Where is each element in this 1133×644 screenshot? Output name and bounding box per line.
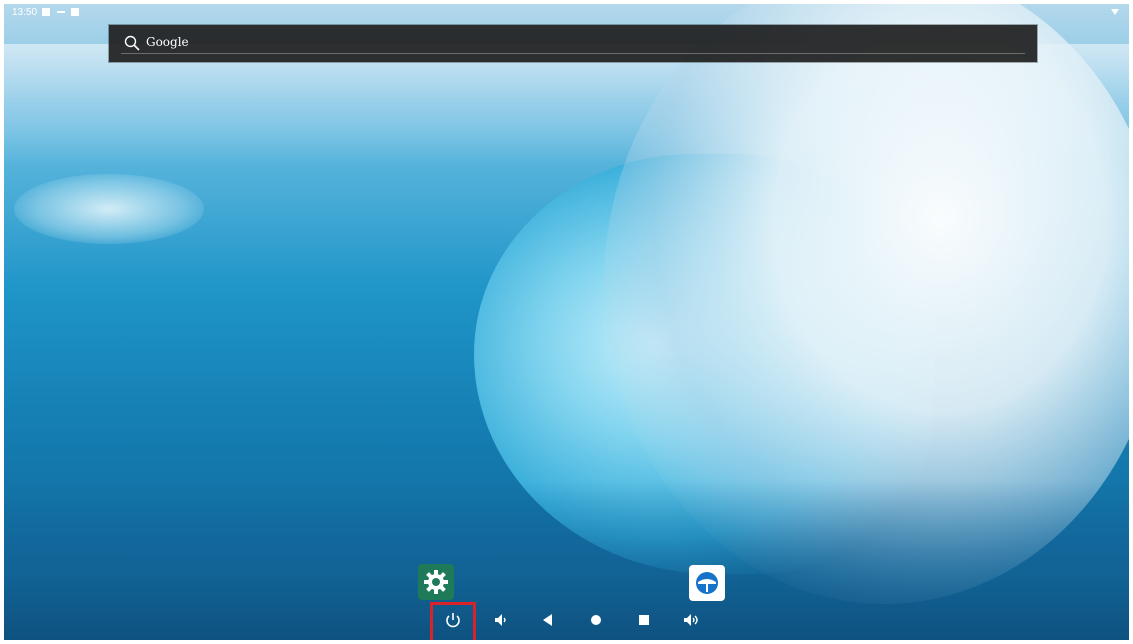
android-screen: 13:50 Google <box>0 0 1133 644</box>
search-icon <box>124 35 140 51</box>
back-icon[interactable] <box>536 608 560 632</box>
minus-notification-icon <box>57 11 65 13</box>
volume-up-icon[interactable] <box>679 608 703 632</box>
settings-app-icon[interactable] <box>418 564 454 600</box>
status-time: 13:50 <box>12 7 38 18</box>
search-underline <box>121 53 1025 54</box>
navigation-bar <box>4 600 1129 640</box>
volume-down-icon[interactable] <box>488 608 512 632</box>
search-input[interactable]: Google <box>146 35 189 49</box>
google-search-bar[interactable]: Google <box>109 25 1037 62</box>
globe-icon <box>696 572 718 594</box>
browser-app-icon[interactable] <box>689 565 725 601</box>
image-notification-icon <box>42 8 50 16</box>
home-icon[interactable] <box>584 608 608 632</box>
gear-icon <box>424 570 448 594</box>
a-notification-icon <box>71 8 79 16</box>
recents-icon[interactable] <box>632 608 656 632</box>
home-screen: 13:50 Google <box>4 4 1129 640</box>
power-icon[interactable] <box>441 608 465 632</box>
wifi-icon <box>1111 9 1119 15</box>
wallpaper-foam-left <box>14 174 204 244</box>
status-bar[interactable]: 13:50 <box>4 4 1129 22</box>
